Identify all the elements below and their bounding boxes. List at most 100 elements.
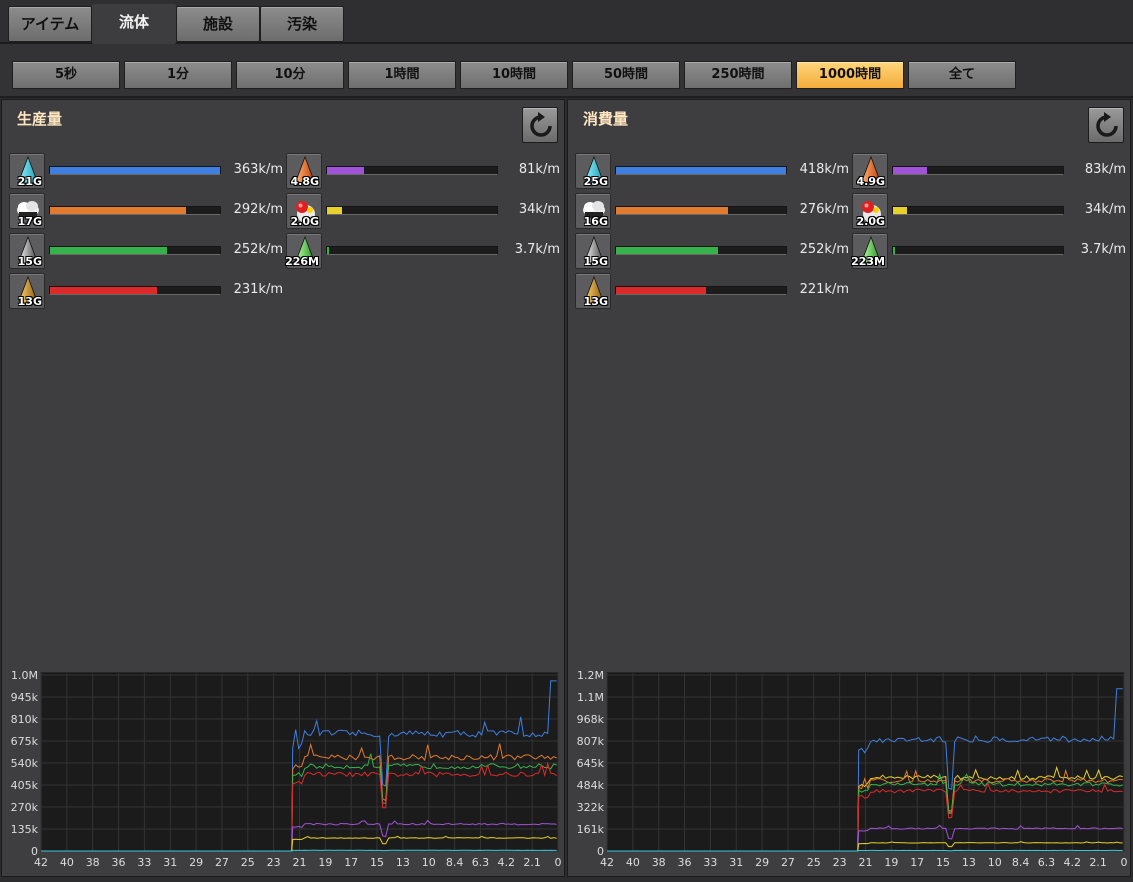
- fluid-slot[interactable]: 15G: [9, 233, 45, 269]
- x-tick-label: 42: [600, 856, 614, 869]
- x-tick-label: 17: [910, 856, 924, 869]
- tab-items[interactable]: アイテム: [8, 6, 92, 42]
- y-tick-label: 1.0M: [11, 669, 38, 682]
- production-title: 生産量: [17, 110, 63, 128]
- x-tick-label: 19: [884, 856, 898, 869]
- x-tick-label: 15: [370, 856, 384, 869]
- fluid-row: 15G 252k/m: [9, 233, 285, 269]
- x-tick-label: 8.4: [446, 856, 464, 869]
- range-1m-button[interactable]: 1分: [124, 61, 232, 89]
- fluid-rate-bar: [615, 166, 787, 175]
- x-tick-label: 23: [267, 856, 281, 869]
- fluid-count: 2.0G: [856, 215, 885, 228]
- range-5s-button[interactable]: 5秒: [12, 61, 120, 89]
- fluid-slot[interactable]: 15G: [575, 233, 611, 269]
- fluid-slot[interactable]: 4.8G: [286, 153, 322, 189]
- fluid-slot[interactable]: 4.9G: [852, 153, 888, 189]
- fluid-rate-bar: [326, 246, 498, 255]
- y-tick-label: 810k: [11, 713, 39, 726]
- x-tick-label: 17: [344, 856, 358, 869]
- production-chart-svg: 1.0M 945k 810k 675k 540k 405k 270k 135k 0 42 40 38 3…: [11, 669, 562, 869]
- y-tick-label: 405k: [11, 779, 39, 792]
- x-tick-label: 4.2: [1064, 856, 1082, 869]
- fluid-row: 13G 231k/m: [9, 273, 285, 309]
- x-tick-label: 31: [729, 856, 743, 869]
- fluid-slot[interactable]: 13G: [9, 273, 45, 309]
- fluid-rate-bar: [892, 246, 1064, 255]
- fluid-count: 223M: [851, 255, 885, 268]
- fluid-count: 15G: [17, 255, 42, 268]
- fluid-slot[interactable]: 16G: [575, 193, 611, 229]
- fluid-count: 4.9G: [856, 175, 885, 188]
- fluid-rate-bar-fill: [327, 247, 329, 254]
- range-1000h-button[interactable]: 1000時間: [796, 61, 904, 89]
- tab-buildings[interactable]: 施設: [176, 6, 260, 42]
- fluid-row: 15G 252k/m: [575, 233, 851, 269]
- y-tick-label: 807k: [577, 735, 605, 748]
- fluid-count: 17G: [17, 215, 42, 228]
- tab-pollution[interactable]: 汚染: [260, 6, 344, 42]
- fluid-count: 16G: [583, 215, 608, 228]
- fluid-rate-bar-fill: [893, 247, 895, 254]
- range-all-button[interactable]: 全て: [908, 61, 1016, 89]
- y-tick-label: 675k: [11, 735, 39, 748]
- fluid-row: 4.9G 83k/m: [852, 153, 1128, 189]
- fluid-slot[interactable]: 2.0G: [852, 193, 888, 229]
- fluid-slot[interactable]: 226M: [285, 233, 322, 269]
- fluid-rate: 81k/m: [518, 162, 560, 177]
- x-tick-label: 13: [396, 856, 410, 869]
- range-10h-button[interactable]: 10時間: [460, 61, 568, 89]
- fluid-slot[interactable]: 17G: [9, 193, 45, 229]
- fluid-count: 13G: [17, 295, 42, 308]
- range-10m-button[interactable]: 10分: [236, 61, 344, 89]
- reset-consumption-button[interactable]: [1088, 107, 1124, 143]
- fluid-rate: 363k/m: [233, 162, 283, 177]
- fluid-rate-bar-fill: [616, 207, 729, 214]
- fluid-count: 15G: [583, 255, 608, 268]
- fluid-slot[interactable]: 21G: [9, 153, 45, 189]
- time-range-bar: 5秒 1分 10分 1時間 10時間 50時間 250時間 1000時間 全て: [0, 44, 1133, 98]
- reset-production-button[interactable]: [522, 107, 558, 143]
- x-tick-label: 36: [678, 856, 692, 869]
- fluid-rate-bar: [615, 246, 787, 255]
- y-tick-label: 322k: [577, 801, 605, 814]
- fluid-rate-bar-fill: [50, 247, 168, 254]
- fluid-slot[interactable]: 2.0G: [286, 193, 322, 229]
- fluid-slot[interactable]: 13G: [575, 273, 611, 309]
- y-tick-label: 540k: [11, 757, 39, 770]
- fluid-count: 226M: [285, 255, 319, 268]
- fluid-row: 2.0G 34k/m: [852, 193, 1128, 229]
- y-tick-label: 968k: [577, 713, 605, 726]
- tab-fluids[interactable]: 流体: [92, 4, 176, 44]
- fluid-rate-bar: [892, 166, 1064, 175]
- fluid-rate-bar-fill: [616, 287, 707, 294]
- fluid-slot[interactable]: 223M: [851, 233, 888, 269]
- fluid-row: 21G 363k/m: [9, 153, 285, 189]
- fluid-rate: 252k/m: [233, 242, 283, 257]
- x-tick-label: 29: [189, 856, 203, 869]
- fluid-rate-bar: [615, 286, 787, 295]
- fluid-row: 223M 3.7k/m: [851, 233, 1128, 269]
- x-tick-label: 15: [936, 856, 950, 869]
- range-50h-button[interactable]: 50時間: [572, 61, 680, 89]
- fluid-rate-bar-fill: [327, 207, 343, 214]
- fluid-rate: 292k/m: [233, 202, 283, 217]
- x-tick-label: 21: [293, 856, 307, 869]
- x-tick-label: 42: [34, 856, 48, 869]
- y-tick-label: 270k: [11, 801, 39, 814]
- range-1h-button[interactable]: 1時間: [348, 61, 456, 89]
- fluid-rate-bar-fill: [327, 167, 365, 174]
- fluid-row: 17G 292k/m: [9, 193, 285, 229]
- x-tick-label: 10: [988, 856, 1002, 869]
- fluid-slot[interactable]: 25G: [575, 153, 611, 189]
- fluid-rate-bar-fill: [50, 167, 220, 174]
- fluid-rate: 34k/m: [518, 202, 560, 217]
- fluid-rate-bar-fill: [616, 247, 718, 254]
- y-tick-label: 945k: [11, 691, 39, 704]
- fluid-rate: 83k/m: [1084, 162, 1126, 177]
- x-tick-label: 6.3: [472, 856, 490, 869]
- x-tick-label: 6.3: [1038, 856, 1056, 869]
- range-250h-button[interactable]: 250時間: [684, 61, 792, 89]
- x-tick-label: 10: [422, 856, 436, 869]
- consumption-chart: 1.2M 1.1M 968k 807k 645k 484k 322k 161k 0 42 40 38 3…: [568, 668, 1130, 876]
